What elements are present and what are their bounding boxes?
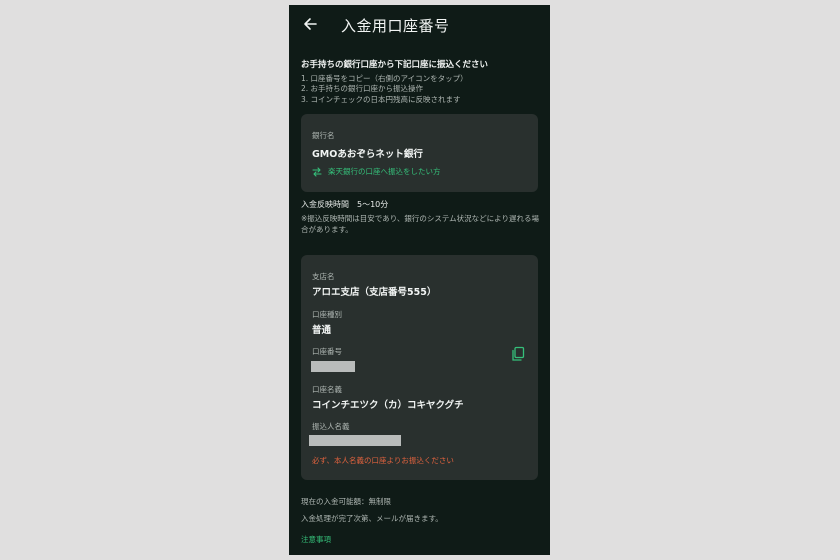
warning-text: 必ず、本人名義の口座よりお振込ください [312, 456, 454, 465]
swap-arrows-icon [312, 166, 322, 177]
reflect-time: 入金反映時間 5～10分 [301, 200, 389, 209]
instructions-heading: お手持ちの銀行口座から下記口座に振込ください [301, 60, 489, 70]
alt-bank-link[interactable]: 楽天銀行の口座へ振込をしたい方 [312, 166, 441, 177]
deposit-limit: 現在の入金可能額：無制限 [301, 497, 391, 506]
instruction-step: 2. お手持ちの銀行口座から振込操作 [301, 84, 424, 94]
page-title: 入金用口座番号 [341, 17, 450, 35]
bank-card: 銀行名 GMOあおぞらネット銀行 楽天銀行の口座へ振込をしたい方 [301, 114, 538, 192]
sender-name-label: 振込人名義 [312, 422, 350, 431]
alt-bank-link-label: 楽天銀行の口座へ振込をしたい方 [328, 167, 441, 176]
account-number-masked [311, 361, 355, 372]
instruction-step: 3. コインチェックの日本円残高に反映されます [301, 94, 461, 104]
copy-icon[interactable] [510, 346, 526, 362]
mail-notice: 入金処理が完了次第、メールが届きます。 [301, 514, 443, 523]
account-holder-value: コインチエツク（カ）コキヤクグチ [312, 400, 464, 411]
bank-name-label: 銀行名 [312, 131, 335, 140]
branch-label: 支店名 [312, 272, 335, 281]
notes-link[interactable]: 注意事項 [301, 534, 331, 545]
instruction-steps: 1. 口座番号をコピー（右側のアイコンをタップ） 2. お手持ちの銀行口座から振… [301, 74, 468, 105]
app-screen: 入金用口座番号 お手持ちの銀行口座から下記口座に振込ください 1. 口座番号をコ… [289, 5, 550, 555]
instruction-step: 1. 口座番号をコピー（右側のアイコンをタップ） [301, 74, 468, 83]
account-holder-label: 口座名義 [312, 385, 342, 394]
account-type-value: 普通 [312, 325, 332, 336]
account-card: 支店名 アロエ支店（支店番号555） 口座種別 普通 口座番号 口座名義 コイン… [301, 255, 538, 480]
bank-name-value: GMOあおぞらネット銀行 [312, 149, 423, 160]
reflect-note: ※振込反映時間は目安であり、銀行のシステム状況などにより遅れる場合があります。 [301, 214, 540, 234]
branch-value: アロエ支店（支店番号555） [312, 287, 437, 298]
sender-name-masked [309, 435, 401, 446]
account-type-label: 口座種別 [312, 310, 342, 319]
account-number-label: 口座番号 [312, 347, 342, 356]
app-bar: 入金用口座番号 [289, 5, 550, 47]
arrow-left-icon[interactable] [302, 16, 318, 32]
